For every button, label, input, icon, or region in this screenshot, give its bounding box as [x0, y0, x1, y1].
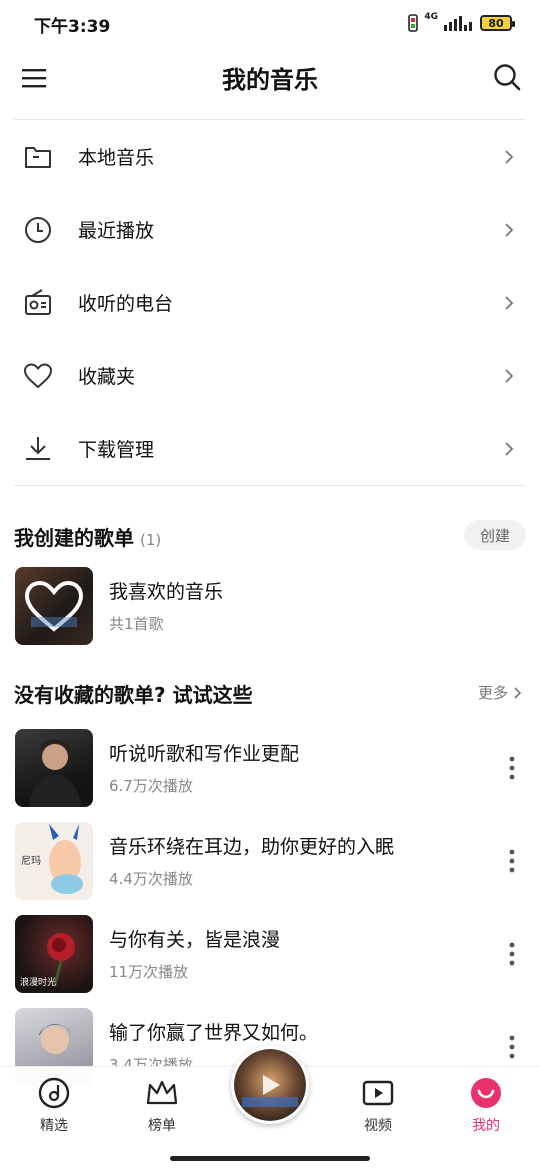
playlist-item[interactable]: 浪漫时光 与你有关，皆是浪漫 11万次播放: [0, 915, 540, 995]
playlist-item-liked[interactable]: 我喜欢的音乐 共1首歌: [0, 567, 540, 647]
heart-icon: [23, 362, 53, 388]
playlist-cover: 浪漫时光: [15, 915, 93, 993]
now-playing-button[interactable]: [231, 1046, 309, 1124]
menu-label: 最近播放: [78, 220, 155, 242]
folder-icon: [25, 146, 51, 168]
search-icon[interactable]: [492, 62, 522, 92]
playlist-subtitle: 11万次播放: [109, 963, 189, 981]
tab-featured[interactable]: 精选: [14, 1077, 94, 1135]
crown-icon: [146, 1080, 178, 1105]
chevron-right-icon: [505, 222, 514, 237]
battery-level: 80: [488, 16, 504, 30]
menu-item-radio[interactable]: 收听的电台: [0, 266, 540, 339]
playlist-subtitle: 共1首歌: [109, 615, 164, 633]
play-icon: [263, 1075, 280, 1095]
chevron-right-icon: [505, 441, 514, 456]
cover-text: 尼玛: [21, 856, 41, 867]
menu-item-favorites[interactable]: 收藏夹: [0, 339, 540, 412]
heart-icon: [24, 580, 84, 632]
playlist-cover: [15, 729, 93, 807]
network-type: 4G: [424, 12, 438, 22]
menu-label: 下载管理: [78, 439, 155, 461]
chevron-right-icon: [505, 368, 514, 383]
chevron-right-icon: [505, 149, 514, 164]
tab-video[interactable]: 视频: [338, 1077, 418, 1135]
menu-item-local-music[interactable]: 本地音乐: [0, 120, 540, 193]
chevron-right-icon: [514, 686, 522, 699]
playlist-cover: [15, 567, 93, 645]
sim-icon: [408, 14, 419, 32]
tab-label: 精选: [40, 1118, 68, 1134]
playlist-name: 音乐环绕在耳边，助你更好的入眠: [109, 836, 395, 858]
playlist-item[interactable]: 听说听歌和写作业更配 6.7万次播放: [0, 729, 540, 809]
playlist-cover: 尼玛: [15, 822, 93, 900]
chevron-right-icon: [505, 295, 514, 310]
playlist-subtitle: 6.7万次播放: [109, 777, 193, 795]
section-title-suggest: 没有收藏的歌单? 试试这些: [14, 683, 253, 707]
tab-mine[interactable]: 我的: [446, 1077, 526, 1135]
playlist-name: 听说听歌和写作业更配: [109, 743, 300, 765]
more-vertical-icon[interactable]: [508, 941, 516, 967]
signal-icon: [444, 16, 472, 31]
page-title: 我的音乐: [222, 66, 318, 94]
status-icons: 4G 80: [408, 12, 515, 34]
more-vertical-icon[interactable]: [508, 848, 516, 874]
download-icon: [26, 436, 50, 460]
menu-item-downloads[interactable]: 下载管理: [0, 412, 540, 485]
section-title-text: 我创建的歌单: [14, 526, 134, 550]
radio-icon: [25, 288, 51, 315]
smile-icon: [471, 1078, 501, 1108]
menu-list: 本地音乐 最近播放 收听的电台 收藏夹 下载管理: [0, 120, 540, 485]
playlist-count: (1): [140, 531, 162, 549]
playlist-name: 我喜欢的音乐: [109, 581, 224, 603]
home-indicator: [170, 1156, 370, 1161]
menu-label: 收藏夹: [78, 366, 136, 388]
more-vertical-icon[interactable]: [508, 1034, 516, 1060]
playlist-name: 与你有关，皆是浪漫: [109, 929, 281, 951]
tab-label: 视频: [364, 1118, 392, 1134]
status-bar: 下午3:39 4G 80: [0, 0, 540, 46]
playlist-subtitle: 4.4万次播放: [109, 870, 193, 888]
battery-icon: 80: [480, 15, 515, 31]
menu-label: 本地音乐: [78, 147, 155, 169]
cover-text: 浪漫时光: [20, 978, 57, 988]
more-link[interactable]: 更多: [478, 682, 522, 703]
section-title-created: 我创建的歌单 (1): [14, 522, 161, 551]
top-nav: 我的音乐: [0, 46, 540, 112]
singer-photo: [29, 739, 81, 807]
status-time: 下午3:39: [34, 17, 111, 37]
more-label: 更多: [477, 684, 508, 702]
disc-icon: [38, 1077, 70, 1109]
video-icon: [362, 1080, 394, 1106]
tab-label: 榜单: [148, 1118, 176, 1134]
menu-label: 收听的电台: [78, 293, 174, 315]
playlist-item[interactable]: 尼玛 音乐环绕在耳边，助你更好的入眠 4.4万次播放: [0, 822, 540, 902]
tab-label: 我的: [472, 1118, 500, 1134]
create-playlist-button[interactable]: 创建: [464, 520, 526, 550]
more-vertical-icon[interactable]: [508, 755, 516, 781]
clock-icon: [25, 216, 51, 243]
tab-charts[interactable]: 榜单: [122, 1077, 202, 1135]
menu-item-recent[interactable]: 最近播放: [0, 193, 540, 266]
divider: [14, 485, 526, 486]
playlist-name: 输了你赢了世界又如何。: [109, 1022, 319, 1044]
